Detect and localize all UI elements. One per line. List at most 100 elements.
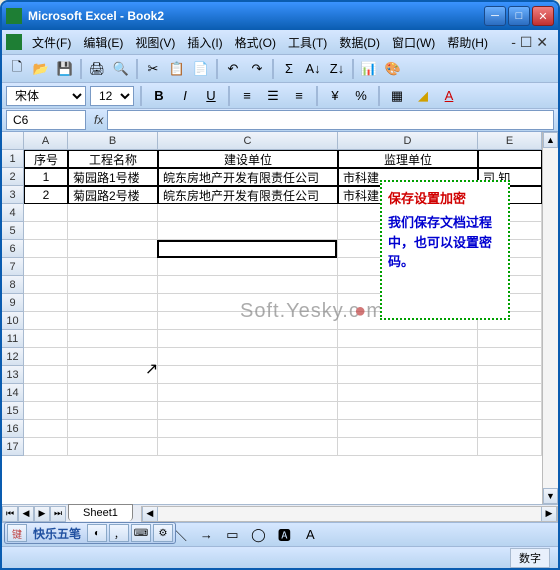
italic-icon[interactable]: I [174, 85, 196, 107]
row-header[interactable]: 11 [2, 330, 24, 348]
cell[interactable] [24, 402, 68, 420]
cell[interactable] [68, 204, 158, 222]
cell[interactable] [158, 330, 338, 348]
cell[interactable]: 监理单位 [338, 150, 478, 168]
row-header[interactable]: 14 [2, 384, 24, 402]
sort-asc-icon[interactable]: A↓ [302, 58, 324, 80]
cell[interactable] [24, 276, 68, 294]
oval-icon[interactable]: ◯ [247, 524, 269, 546]
cell[interactable]: 建设单位 [158, 150, 338, 168]
scroll-track[interactable] [543, 148, 558, 488]
cell[interactable] [478, 348, 542, 366]
row-header[interactable]: 10 [2, 312, 24, 330]
cell[interactable] [24, 294, 68, 312]
cell[interactable] [24, 258, 68, 276]
row-header[interactable]: 4 [2, 204, 24, 222]
cell[interactable] [158, 222, 338, 240]
name-box[interactable]: C6 [6, 110, 86, 130]
align-left-icon[interactable]: ≡ [236, 85, 258, 107]
cell[interactable] [68, 240, 158, 258]
font-name-select[interactable]: 宋体 [6, 86, 86, 106]
menu-edit[interactable]: 编辑(E) [77, 32, 129, 53]
cell[interactable]: 皖东房地产开发有限责任公司 [158, 186, 338, 204]
cut-icon[interactable]: ✂ [142, 58, 164, 80]
cell[interactable] [68, 438, 158, 456]
cell[interactable] [478, 384, 542, 402]
cell[interactable] [478, 438, 542, 456]
preview-icon[interactable]: 🔍 [110, 58, 132, 80]
row-header[interactable]: 13 [2, 366, 24, 384]
cell[interactable] [478, 402, 542, 420]
tab-last-icon[interactable]: ⏭ [50, 506, 66, 522]
cell[interactable] [338, 438, 478, 456]
formula-bar[interactable] [107, 110, 554, 130]
row-header[interactable]: 5 [2, 222, 24, 240]
ime-softkb-icon[interactable]: ⌨ [131, 524, 151, 542]
cell[interactable] [68, 330, 158, 348]
sheet-tab[interactable]: Sheet1 [68, 504, 133, 521]
cell[interactable] [158, 384, 338, 402]
row-header[interactable]: 1 [2, 150, 24, 168]
cell[interactable]: 2 [24, 186, 68, 204]
wordart-icon[interactable]: A [299, 524, 321, 546]
arrow-icon[interactable]: → [195, 524, 217, 546]
scroll-left-icon[interactable]: ◀ [142, 507, 158, 521]
redo-icon[interactable]: ↷ [246, 58, 268, 80]
menu-data[interactable]: 数据(D) [333, 32, 386, 53]
undo-icon[interactable]: ↶ [222, 58, 244, 80]
cell[interactable] [158, 348, 338, 366]
percent-icon[interactable]: % [350, 85, 372, 107]
scroll-down-icon[interactable]: ▼ [543, 488, 558, 504]
row-header[interactable]: 8 [2, 276, 24, 294]
cell[interactable] [338, 384, 478, 402]
menu-window[interactable]: 窗口(W) [386, 32, 441, 53]
cell[interactable]: 1 [24, 168, 68, 186]
cell[interactable]: 菊园路1号楼 [68, 168, 158, 186]
paste-icon[interactable]: 📄 [190, 58, 212, 80]
tab-first-icon[interactable]: ⏮ [2, 506, 18, 522]
cell[interactable] [338, 402, 478, 420]
cell[interactable] [24, 204, 68, 222]
cell[interactable]: 工程名称 [68, 150, 158, 168]
row-header[interactable]: 16 [2, 420, 24, 438]
cell[interactable] [68, 420, 158, 438]
drawing-icon[interactable]: 🎨 [382, 58, 404, 80]
ime-shape-icon[interactable]: ◐ [87, 524, 107, 542]
cell[interactable] [68, 222, 158, 240]
new-icon[interactable]: 🗋 [6, 58, 28, 80]
borders-icon[interactable]: ▦ [386, 85, 408, 107]
underline-icon[interactable]: U [200, 85, 222, 107]
print-icon[interactable]: 🖨 [86, 58, 108, 80]
row-header[interactable]: 15 [2, 402, 24, 420]
menu-tools[interactable]: 工具(T) [282, 32, 333, 53]
ime-settings-icon[interactable]: ⚙ [153, 524, 173, 542]
row-header[interactable]: 12 [2, 348, 24, 366]
cell-selected[interactable] [158, 240, 338, 258]
col-header-b[interactable]: B [68, 132, 158, 150]
cell[interactable] [338, 330, 478, 348]
row-header[interactable]: 2 [2, 168, 24, 186]
cell[interactable] [24, 312, 68, 330]
chart-icon[interactable]: 📊 [358, 58, 380, 80]
ime-bar[interactable]: 键 快乐五笔 ◐ ， ⌨ ⚙ [4, 522, 176, 544]
fx-icon[interactable]: fx [94, 113, 103, 127]
row-header[interactable]: 6 [2, 240, 24, 258]
menu-insert[interactable]: 插入(I) [181, 32, 228, 53]
fill-color-icon[interactable]: ◢ [412, 85, 434, 107]
rectangle-icon[interactable]: ▭ [221, 524, 243, 546]
menu-file[interactable]: 文件(F) [26, 32, 77, 53]
select-all-corner[interactable] [2, 132, 24, 150]
font-color-icon[interactable]: A [438, 85, 460, 107]
cell[interactable] [68, 276, 158, 294]
align-right-icon[interactable]: ≡ [288, 85, 310, 107]
cell[interactable] [24, 222, 68, 240]
sort-desc-icon[interactable]: Z↓ [326, 58, 348, 80]
sum-icon[interactable]: Σ [278, 58, 300, 80]
ime-punct-icon[interactable]: ， [109, 524, 129, 542]
cell[interactable] [24, 384, 68, 402]
cell[interactable] [478, 150, 542, 168]
bold-icon[interactable]: B [148, 85, 170, 107]
row-header[interactable]: 9 [2, 294, 24, 312]
cell[interactable] [68, 384, 158, 402]
cell[interactable] [158, 366, 338, 384]
